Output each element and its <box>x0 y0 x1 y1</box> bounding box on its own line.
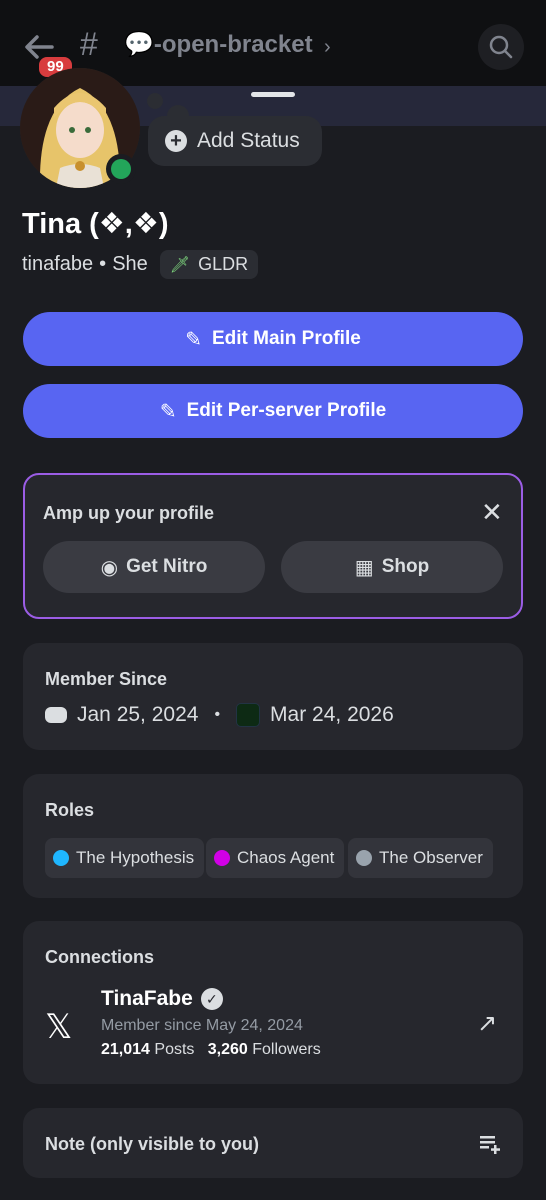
edit-per-server-profile-label: Edit Per-server Profile <box>186 400 387 421</box>
add-status-label: Add Status <box>197 129 300 152</box>
x-logo-icon: 𝕏 <box>45 1007 73 1047</box>
connections-card: Connections 𝕏 TinaFabe ✓ Member since Ma… <box>23 921 523 1084</box>
guild-tag-label: GLDR <box>198 254 249 274</box>
status-bubble-dot <box>147 93 163 109</box>
role-name: The Observer <box>379 848 483 867</box>
pencil-icon: ✎ <box>159 400 177 423</box>
online-status-indicator <box>106 154 136 184</box>
role-color-dot <box>53 850 69 866</box>
shop-label: Shop <box>381 556 430 577</box>
roles-title: Roles <box>45 800 95 820</box>
drag-handle[interactable] <box>251 92 295 97</box>
external-link-icon[interactable]: ↗ <box>477 1009 497 1038</box>
get-nitro-label: Get Nitro <box>126 556 208 577</box>
roles-card: Roles The Hypothesis Chaos Agent The Obs… <box>23 774 523 898</box>
connection-stats: 21,014 Posts 3,260 Followers <box>101 1041 321 1059</box>
nitro-icon: ◉ <box>100 556 119 579</box>
server-icon <box>236 703 261 727</box>
amp-up-card: Amp up your profile ✕ ◉ Get Nitro ▦ Shop <box>23 473 523 619</box>
role-name: Chaos Agent <box>237 848 335 867</box>
connection-account-label: TinaFabe <box>101 987 193 1010</box>
member-since-title: Member Since <box>45 669 168 689</box>
discord-logo-icon <box>45 707 67 723</box>
connection-account-name[interactable]: TinaFabe ✓ <box>101 987 223 1011</box>
role-color-dot <box>214 850 230 866</box>
connection-member-since: Member since May 24, 2024 <box>101 1017 303 1034</box>
edit-main-profile-button[interactable]: ✎ Edit Main Profile <box>23 312 523 366</box>
add-status-button[interactable]: + Add Status <box>148 116 322 166</box>
connections-title: Connections <box>45 947 155 967</box>
separator: • <box>214 706 221 723</box>
role-name: The Hypothesis <box>76 848 195 867</box>
chevron-right-icon[interactable]: › <box>324 36 331 59</box>
note-label: Note (only visible to you) <box>45 1134 260 1154</box>
followers-label: Followers <box>252 1041 321 1058</box>
search-button[interactable] <box>478 24 524 70</box>
edit-per-server-profile-button[interactable]: ✎ Edit Per-server Profile <box>23 384 523 438</box>
verified-icon: ✓ <box>200 988 223 1010</box>
close-icon[interactable]: ✕ <box>481 497 503 528</box>
discord-join-date: Jan 25, 2024 <box>77 703 199 726</box>
shop-icon: ▦ <box>354 556 374 579</box>
sword-icon: 🗡 <box>169 256 191 274</box>
member-since-row: Jan 25, 2024 • Mar 24, 2026 <box>45 703 394 727</box>
member-since-card: Member Since Jan 25, 2024 • Mar 24, 2026 <box>23 643 523 750</box>
add-note-icon[interactable] <box>479 1134 501 1154</box>
posts-count: 21,014 <box>101 1041 150 1058</box>
pencil-icon: ✎ <box>185 328 202 351</box>
display-name: Tina (❖,❖) <box>22 208 169 240</box>
guild-tag[interactable]: 🗡 GLDR <box>159 250 259 279</box>
username-line: tinafabe • She 🗡 GLDR <box>22 250 259 279</box>
note-card[interactable]: Note (only visible to you) <box>23 1108 523 1178</box>
posts-label: Posts <box>154 1041 195 1058</box>
followers-count: 3,260 <box>207 1041 248 1058</box>
hash-lock-icon: # <box>80 26 98 62</box>
get-nitro-button[interactable]: ◉ Get Nitro <box>43 541 265 593</box>
separator: • <box>99 253 107 275</box>
search-icon <box>489 35 513 59</box>
amp-up-title: Amp up your profile <box>43 503 214 523</box>
channel-name[interactable]: 💬-open-bracket <box>124 30 313 59</box>
role-chip[interactable]: Chaos Agent <box>206 838 345 878</box>
role-chip[interactable]: The Observer <box>348 838 493 878</box>
plus-icon: + <box>165 130 187 152</box>
role-color-dot <box>356 850 372 866</box>
username: tinafabe <box>22 253 94 275</box>
pronouns: She <box>112 253 148 275</box>
server-join-date: Mar 24, 2026 <box>270 703 394 726</box>
role-chip[interactable]: The Hypothesis <box>45 838 205 878</box>
shop-button[interactable]: ▦ Shop <box>281 541 503 593</box>
edit-main-profile-label: Edit Main Profile <box>211 328 361 349</box>
